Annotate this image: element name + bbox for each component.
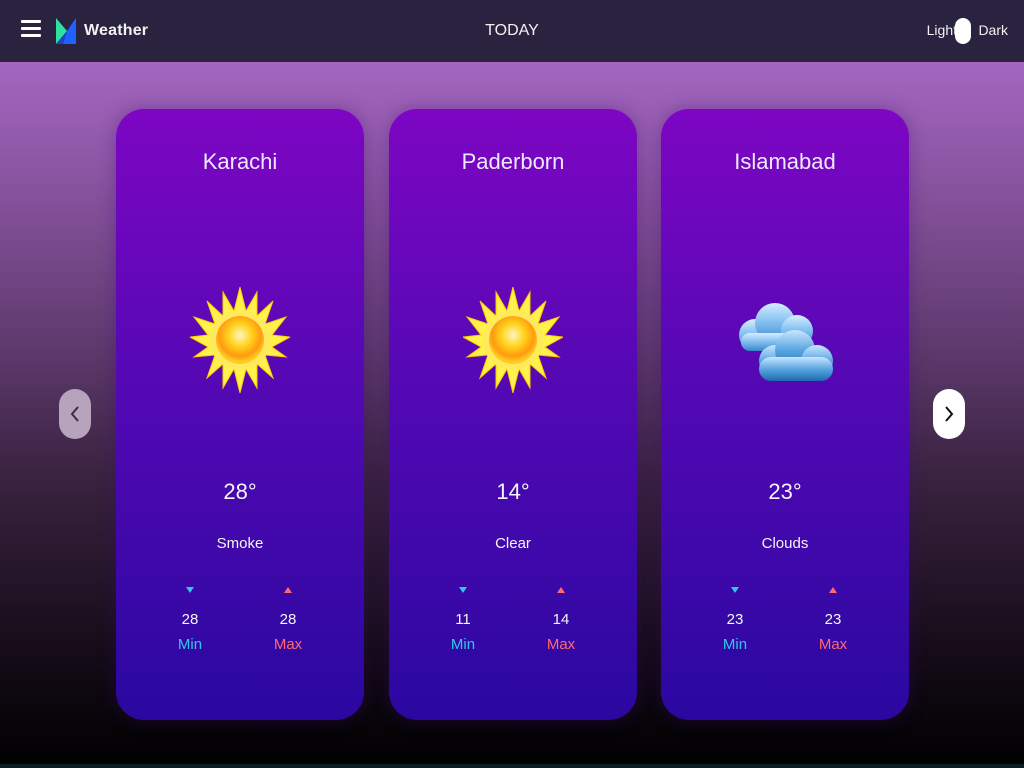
max-temp-label: Max (546, 636, 576, 653)
theme-dark-label: Dark (978, 22, 1008, 38)
arrow-down-icon (459, 587, 467, 593)
arrow-down-icon (186, 587, 194, 593)
min-temp-label: Min (450, 636, 476, 653)
min-temp-group: 11 Min (433, 587, 493, 653)
chevron-left-icon (70, 406, 79, 422)
max-temp-value: 28 (279, 611, 297, 628)
max-temp-label: Max (273, 636, 303, 653)
sun-icon (463, 286, 563, 394)
min-temp-value: 23 (726, 611, 744, 628)
max-temp-value: 14 (552, 611, 570, 628)
temperature: 28° (223, 479, 257, 504)
min-temp-group: 23 Min (705, 587, 765, 653)
weather-card[interactable]: Paderborn 14° Clear 11 Min 14 Max (389, 109, 637, 720)
city-name: Karachi (202, 149, 278, 174)
min-temp-value: 11 (455, 611, 471, 628)
top-app-bar: Weather TODAY Light Dark (0, 0, 1024, 62)
arrow-up-icon (557, 587, 565, 593)
min-temp-label: Min (722, 636, 748, 653)
theme-toggle[interactable]: Light Dark (904, 18, 1024, 46)
chevron-right-icon (945, 406, 954, 422)
weather-description: Smoke (216, 535, 264, 552)
carousel-next-button[interactable] (933, 389, 965, 439)
max-temp-group: 28 Max (258, 587, 318, 653)
city-name: Islamabad (734, 149, 836, 174)
min-temp-label: Min (177, 636, 203, 653)
theme-light-label: Light (926, 22, 957, 38)
min-temp-value: 28 (181, 611, 199, 628)
city-name: Paderborn (461, 149, 565, 174)
temperature: 23° (768, 479, 802, 504)
temperature: 14° (496, 479, 530, 504)
max-temp-value: 23 (824, 611, 842, 628)
arrow-down-icon (731, 587, 739, 593)
arrow-up-icon (829, 587, 837, 593)
weather-card[interactable]: Islamabad 23° Clouds 23 Min 23 Max (661, 109, 909, 720)
max-temp-group: 14 Max (531, 587, 591, 653)
weather-card[interactable]: Karachi 28° Smoke 28 Min 28 Max (116, 109, 364, 720)
theme-toggle-knob[interactable] (955, 18, 971, 44)
sun-icon (190, 286, 290, 394)
min-temp-group: 28 Min (160, 587, 220, 653)
clouds-icon (739, 303, 833, 381)
max-temp-label: Max (818, 636, 848, 653)
carousel-prev-button[interactable] (59, 389, 91, 439)
bottom-divider (0, 764, 1024, 768)
page-title: TODAY (485, 22, 539, 39)
arrow-up-icon (284, 587, 292, 593)
max-temp-group: 23 Max (803, 587, 863, 653)
weather-description: Clouds (761, 535, 809, 552)
weather-description: Clear (495, 535, 531, 552)
